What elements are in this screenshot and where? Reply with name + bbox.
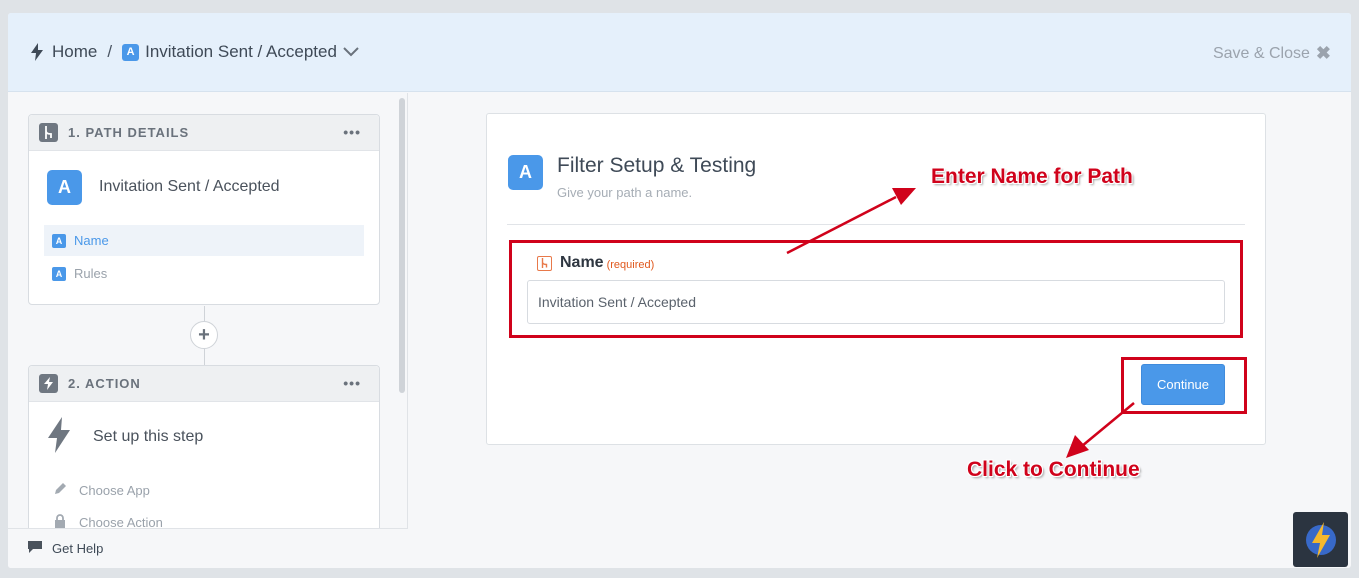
step-card-path-details[interactable]: 1. PATH DETAILS ••• A Invitation Sent / … [28,114,380,305]
path-badge-icon: A [508,155,543,190]
add-step-button[interactable]: + [190,321,218,349]
step-card-title: 1. PATH DETAILS [68,125,190,140]
path-branch-icon [39,123,58,142]
breadcrumb: Home / A Invitation Sent / Accepted [30,42,359,62]
top-bar: Home / A Invitation Sent / Accepted Save… [8,13,1351,92]
step-card-name: Invitation Sent / Accepted [99,178,280,195]
bolt-icon [30,43,44,61]
step-connector [204,306,205,321]
annotation-highlight-continue [1121,357,1247,414]
sidebar-item-label: Name [74,233,109,248]
panel-title: Filter Setup & Testing [557,154,757,177]
annotation-highlight-name-field [509,240,1243,338]
annotation-click-continue: Click to Continue [967,458,1140,481]
sidebar-item-name[interactable]: A Name [44,225,364,256]
path-badge-icon: A [52,266,66,281]
divider [507,224,1245,225]
step-card-name: Set up this step [93,428,204,445]
path-badge-icon: A [52,233,66,248]
pencil-icon [53,482,79,499]
close-icon: ✖ [1315,43,1331,63]
path-badge-icon: A [47,169,82,205]
get-help-label: Get Help [52,541,104,556]
bolt-icon [47,416,71,458]
path-badge-icon: A [122,43,140,61]
step-card-summary: A Invitation Sent / Accepted [29,151,379,223]
step-card-title: 2. ACTION [68,376,141,391]
step-card-summary: Set up this step [29,402,379,472]
sidebar-scrollbar[interactable] [399,98,405,393]
step-card-header: 2. ACTION ••• [29,366,379,402]
bolt-icon [39,374,58,393]
breadcrumb-home-link[interactable]: Home [52,42,97,62]
breadcrumb-path-name[interactable]: Invitation Sent / Accepted [145,42,337,62]
step-card-action[interactable]: 2. ACTION ••• Set up this step Choose Ap… [28,365,380,545]
save-close-button[interactable]: Save & Close ✖ [1213,43,1331,64]
more-options-icon[interactable]: ••• [343,375,361,391]
app-logo-icon[interactable] [1293,512,1348,567]
sidebar-item-choose-app[interactable]: Choose App [29,474,379,506]
sidebar-item-label: Rules [74,266,108,281]
chat-bubble-icon [28,540,52,557]
sidebar-item-label: Choose App [79,482,150,498]
panel-subtitle: Give your path a name. [557,185,693,200]
more-options-icon[interactable]: ••• [343,124,361,140]
sidebar-item-rules[interactable]: A Rules [44,258,364,289]
annotation-enter-name: Enter Name for Path [931,165,1133,188]
get-help-button[interactable]: Get Help [8,528,408,568]
save-close-label: Save & Close [1212,44,1310,62]
step-connector [204,349,205,365]
chevron-down-icon[interactable] [343,47,359,57]
steps-sidebar: 1. PATH DETAILS ••• A Invitation Sent / … [8,93,408,568]
plus-icon: + [198,323,210,346]
step-card-header: 1. PATH DETAILS ••• [29,115,379,151]
breadcrumb-separator: / [107,42,113,61]
